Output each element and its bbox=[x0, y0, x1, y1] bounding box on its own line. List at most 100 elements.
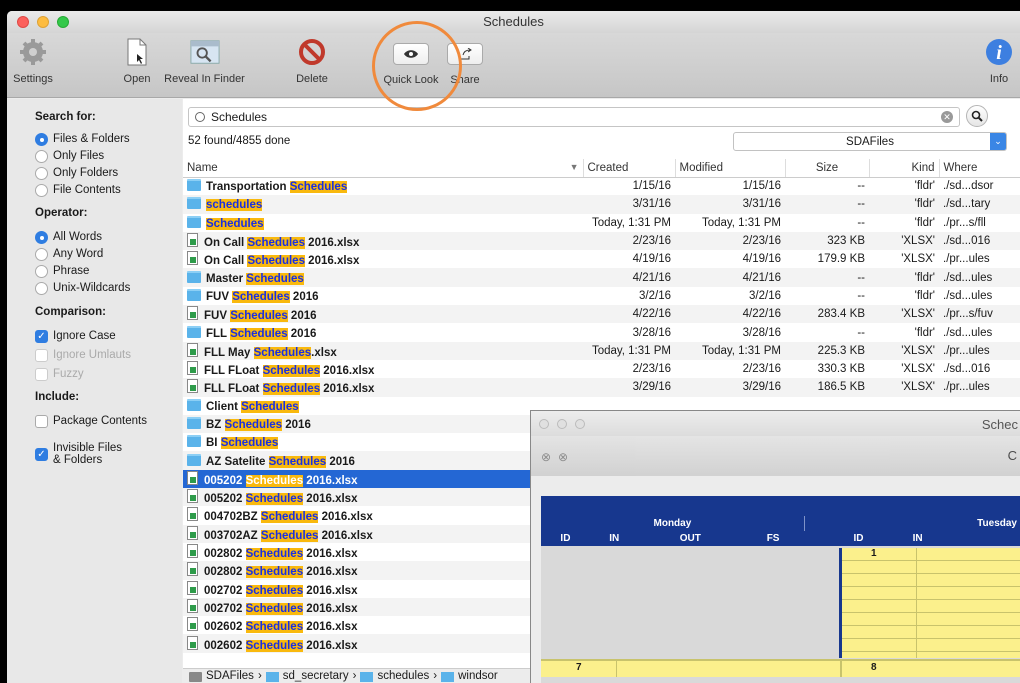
radio-all-words[interactable]: All Words bbox=[35, 231, 102, 244]
radio-only-folders[interactable]: Only Folders bbox=[35, 167, 118, 180]
checkbox-invisible-files[interactable]: ✓ Invisible Files & Folders bbox=[35, 442, 122, 466]
column-created[interactable]: Created bbox=[583, 159, 676, 178]
volume-select[interactable]: SDAFiles ⌄ bbox=[733, 132, 1007, 151]
radio-any-word[interactable]: Any Word bbox=[35, 248, 103, 261]
column-modified[interactable]: Modified bbox=[675, 159, 786, 178]
table-row[interactable]: FUV Schedules 2016 4/22/16 4/22/16 283.4 KB… bbox=[183, 305, 1020, 324]
size-cell: 283.4 KB bbox=[785, 305, 869, 324]
preview-subtitle: C bbox=[1007, 448, 1017, 463]
kind-cell: 'XLSX' bbox=[901, 363, 935, 376]
spreadsheet-icon bbox=[187, 562, 198, 577]
modified-cell: 3/28/16 bbox=[742, 326, 781, 339]
path-segment[interactable]: SDAFiles bbox=[206, 669, 254, 683]
where-cell: ./sd...ules bbox=[943, 289, 993, 302]
path-segment[interactable]: schedules bbox=[377, 669, 429, 683]
close-window-button[interactable] bbox=[539, 419, 549, 429]
day-header-monday: Monday bbox=[541, 516, 805, 531]
table-row[interactable]: FUV Schedules 2016 3/2/16 3/2/16 -- 'fldr' ./… bbox=[183, 287, 1020, 305]
size-cell: -- bbox=[857, 216, 865, 229]
search-input[interactable]: Schedules ✕ bbox=[188, 107, 960, 127]
window-title: Schedules bbox=[483, 14, 544, 29]
spreadsheet-icon bbox=[187, 635, 198, 650]
zoom-window-button[interactable] bbox=[575, 419, 585, 429]
table-row[interactable]: Transportation Schedules 1/15/16 1/15/16 --… bbox=[183, 177, 1020, 195]
radio-phrase[interactable]: Phrase bbox=[35, 265, 89, 278]
cell-value: 8 bbox=[871, 662, 877, 673]
file-name-cell: 002702 Schedules 2016.xlsx bbox=[183, 580, 583, 598]
radio-only-files[interactable]: Only Files bbox=[35, 150, 104, 163]
preview-toolbar: ⊗ ⊗ C bbox=[531, 436, 1020, 476]
close-preview-icon[interactable]: ⊗ bbox=[541, 450, 551, 464]
checkbox-package-contents[interactable]: Package Contents bbox=[35, 415, 147, 428]
checkbox-ignore-umlauts[interactable]: Ignore Umlauts bbox=[35, 349, 131, 362]
created-cell: 3/2/16 bbox=[639, 289, 671, 302]
table-row[interactable]: On Call Schedules 2016.xlsx 4/19/16 4/19/1… bbox=[183, 250, 1020, 268]
table-row[interactable]: On Call Schedules 2016.xlsx 2/23/16 2/23/1… bbox=[183, 231, 1020, 251]
clear-search-icon[interactable]: ✕ bbox=[941, 111, 953, 123]
minimize-window-button[interactable] bbox=[37, 16, 49, 28]
table-row[interactable]: FLL May Schedules.xlsx Today, 1:31 PM Toda… bbox=[183, 341, 1020, 360]
size-cell: 323 KB bbox=[785, 231, 869, 251]
table-row[interactable]: FLL FLoat Schedules 2016.xlsx 3/29/16 3/29… bbox=[183, 378, 1020, 397]
share-button[interactable]: Share bbox=[447, 37, 483, 86]
folder-icon bbox=[187, 435, 201, 448]
kind-cell: 'XLSX' bbox=[869, 341, 939, 360]
search-icon bbox=[195, 112, 205, 122]
folder-icon bbox=[187, 197, 201, 210]
file-name-cell: FUV Schedules 2016 bbox=[183, 305, 583, 324]
open-button[interactable]: Open bbox=[117, 37, 157, 85]
minimize-window-button[interactable] bbox=[557, 419, 567, 429]
size-cell: 186.5 KB bbox=[785, 378, 869, 397]
created-cell: 1/15/16 bbox=[632, 180, 671, 193]
kind-cell: 'XLSX' bbox=[869, 305, 939, 324]
quick-look-button[interactable]: Quick Look bbox=[379, 37, 443, 86]
radio-files-folders[interactable]: Files & Folders bbox=[35, 133, 130, 146]
table-row[interactable]: schedules 3/31/16 3/31/16 --'fldr' ./sd...ta… bbox=[183, 195, 1020, 214]
kind-cell: 'fldr' bbox=[869, 268, 939, 287]
table-row[interactable]: FLL FLoat Schedules 2016.xlsx 2/23/16 2/23… bbox=[183, 360, 1020, 378]
delete-button[interactable]: Delete bbox=[292, 37, 332, 85]
quick-look-preview-window: Schec ⊗ ⊗ C Monday Tuesday ID IN OUT FS … bbox=[530, 410, 1020, 683]
disk-icon bbox=[189, 671, 202, 682]
sort-descending-icon: ▼ bbox=[569, 161, 579, 172]
cell-value: 1 bbox=[871, 548, 877, 559]
kind-cell: 'fldr' bbox=[914, 180, 935, 193]
where-cell: ./sd...ules bbox=[943, 326, 993, 339]
radio-file-contents[interactable]: File Contents bbox=[35, 184, 121, 197]
path-segment[interactable]: sd_secretary bbox=[283, 669, 349, 683]
table-row[interactable]: Master Schedules 4/21/16 4/21/16 --'fldr' ./… bbox=[183, 268, 1020, 287]
magnifier-icon bbox=[971, 110, 983, 122]
file-name-cell: 002602 Schedules 2016.xlsx bbox=[183, 634, 583, 653]
kind-cell: 'fldr' bbox=[914, 326, 935, 339]
where-cell: ./pr...s/fll bbox=[943, 216, 986, 229]
file-name-cell: Schedules bbox=[183, 214, 583, 232]
column-name[interactable]: Name ▼ bbox=[183, 159, 584, 178]
created-cell: 3/29/16 bbox=[583, 378, 675, 397]
chevron-down-icon: ⌄ bbox=[990, 133, 1006, 150]
radio-unix-wildcards[interactable]: Unix-Wildcards bbox=[35, 282, 130, 295]
path-segment[interactable]: windsor bbox=[458, 669, 498, 683]
spreadsheet-icon bbox=[187, 525, 198, 540]
comparison-heading: Comparison: bbox=[35, 306, 106, 318]
start-search-button[interactable] bbox=[966, 105, 988, 127]
table-row[interactable]: FLL Schedules 2016 3/28/16 3/28/16 -- 'fldr'… bbox=[183, 323, 1020, 341]
column-header: IN bbox=[912, 533, 923, 544]
column-size[interactable]: Size bbox=[785, 159, 870, 178]
settings-button[interactable]: Settings bbox=[11, 37, 55, 85]
column-where[interactable]: Where bbox=[939, 159, 1020, 178]
kind-cell: 'XLSX' bbox=[869, 378, 939, 397]
close-window-button[interactable] bbox=[17, 16, 29, 28]
fullscreen-icon[interactable]: ⊗ bbox=[558, 450, 568, 464]
file-name-cell: FUV Schedules 2016 bbox=[183, 287, 583, 305]
zoom-window-button[interactable] bbox=[57, 16, 69, 28]
column-header: IN bbox=[609, 533, 620, 544]
checkbox-ignore-case[interactable]: ✓ Ignore Case bbox=[35, 330, 116, 343]
table-row[interactable]: Schedules Today, 1:31 PM Today, 1:31 PM -- '… bbox=[183, 214, 1020, 232]
result-count: 52 found/4855 done bbox=[188, 135, 291, 147]
file-name-cell: 005202 Schedules 2016.xlsx bbox=[183, 488, 583, 507]
checkbox-fuzzy[interactable]: Fuzzy bbox=[35, 368, 84, 381]
reveal-in-finder-button[interactable]: Reveal In Finder bbox=[157, 37, 252, 85]
info-button[interactable]: i Info bbox=[982, 37, 1016, 85]
kind-cell: 'fldr' bbox=[914, 289, 935, 302]
column-kind[interactable]: Kind bbox=[869, 159, 940, 178]
